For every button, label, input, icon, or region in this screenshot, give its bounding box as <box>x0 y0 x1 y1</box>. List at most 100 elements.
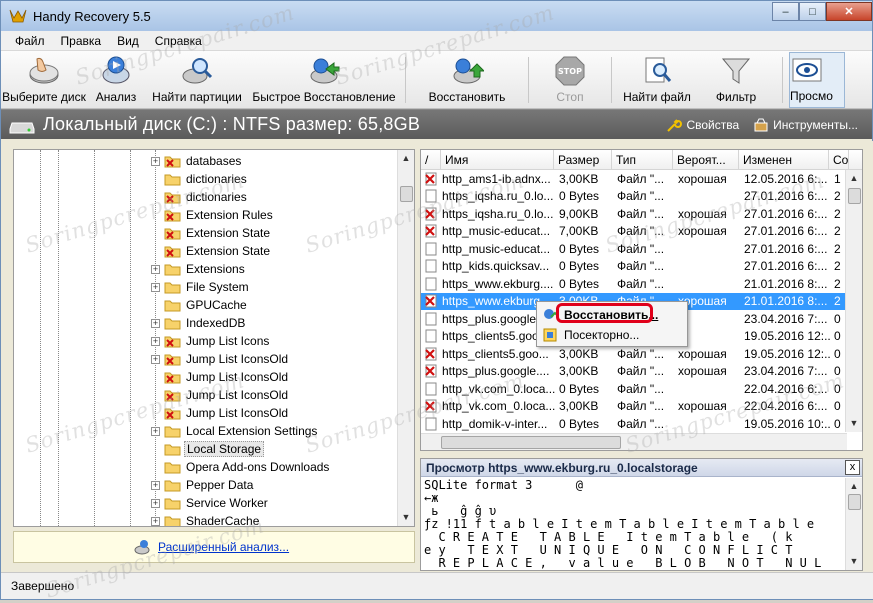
tree-item[interactable]: + Pepper Data <box>14 476 399 494</box>
file-row[interactable]: http_ams1-ib.adnx... 3,00KB Файл "... хорош… <box>421 170 862 188</box>
col-name[interactable]: Имя <box>441 150 554 169</box>
file-row[interactable]: https_plus.google.... 3,00KB Файл "... хоро… <box>421 363 862 381</box>
menu-file[interactable]: Файл <box>7 34 53 48</box>
expand-icon[interactable]: + <box>151 264 160 274</box>
select-disk-button[interactable]: Выберите диск <box>1 52 87 108</box>
tree-item[interactable]: Opera Add-ons Downloads <box>14 458 399 476</box>
file-row[interactable]: http_domik-v-inter... 0 Bytes Файл "... 19.… <box>421 415 862 433</box>
tree-item[interactable]: + ShaderCache <box>14 512 399 526</box>
file-row[interactable]: https_iqsha.ru_0.lo... 9,00KB Файл "... хор… <box>421 205 862 223</box>
scroll-thumb[interactable] <box>441 436 621 449</box>
tree-item[interactable]: dictionaries <box>14 188 399 206</box>
file-modified: 27.01.2016 6:... <box>744 189 828 204</box>
hard-disk-icon <box>9 122 35 133</box>
scroll-thumb[interactable] <box>848 188 861 204</box>
stop-button[interactable]: STOP Стоп <box>535 52 605 108</box>
file-row[interactable]: http_music-educat... 0 Bytes Файл "... 27.0… <box>421 240 862 258</box>
file-row[interactable]: http_music-educat... 7,00KB Файл "... хорош… <box>421 223 862 241</box>
file-row[interactable]: https_clients5.goo... 3,00KB Файл "... хоро… <box>421 345 862 363</box>
tree-item[interactable]: + Extensions <box>14 260 399 278</box>
file-row[interactable]: https_www.ekburg.... 0 Bytes Файл "... 21.0… <box>421 275 862 293</box>
scroll-up-icon[interactable]: ▲ <box>398 150 414 167</box>
scroll-thumb[interactable] <box>400 186 413 202</box>
tree-item[interactable]: + IndexedDB <box>14 314 399 332</box>
minimize-button[interactable]: – <box>772 2 799 21</box>
preview-close-button[interactable]: x <box>845 460 860 475</box>
tree-item[interactable]: Local Storage <box>14 440 399 458</box>
file-row[interactable]: http_vk.com_0.loca... 0 Bytes Файл "... 22.… <box>421 380 862 398</box>
file-row[interactable]: http_vk.com_0.loca... 3,00KB Файл "... хоро… <box>421 398 862 416</box>
tree-item[interactable]: Extension Rules <box>14 206 399 224</box>
expand-icon[interactable]: + <box>151 282 160 292</box>
tree-item[interactable]: Jump List IconsOld <box>14 386 399 404</box>
expand-icon[interactable]: + <box>151 156 160 166</box>
preview-vertical-scrollbar[interactable]: ▲ ▼ <box>845 478 862 570</box>
file-probability: хорошая <box>678 346 727 361</box>
find-file-button[interactable]: Найти файл <box>618 52 696 108</box>
col-probability[interactable]: Вероят... <box>673 150 739 169</box>
find-partitions-button[interactable]: Найти партиции <box>145 52 249 108</box>
close-button[interactable]: ✕ <box>826 2 872 21</box>
tree-item[interactable]: + Jump List Icons <box>14 332 399 350</box>
expand-icon[interactable]: + <box>151 318 160 328</box>
tree-item[interactable]: Extension State <box>14 242 399 260</box>
col-created[interactable]: Со <box>829 150 849 169</box>
col-type[interactable]: Тип <box>612 150 673 169</box>
list-vertical-scrollbar[interactable]: ▲ ▼ <box>845 170 862 432</box>
sector-icon <box>543 328 557 342</box>
tree-item[interactable]: + Local Extension Settings <box>14 422 399 440</box>
col-sort[interactable]: / <box>421 150 441 169</box>
deleted-folder-icon <box>164 192 181 203</box>
scroll-down-icon[interactable]: ▼ <box>846 553 862 570</box>
tree-item[interactable]: + Jump List IconsOld <box>14 350 399 368</box>
filter-button[interactable]: Фильтр <box>696 52 776 108</box>
advanced-analysis-link[interactable]: Расширенный анализ... <box>158 540 289 554</box>
preview-line: R E P L A C E , v a l u e B L O B N O T … <box>424 556 822 570</box>
preview-eye-icon <box>792 58 822 82</box>
col-size[interactable]: Размер <box>554 150 612 169</box>
tree-item[interactable]: GPUCache <box>14 296 399 314</box>
file-size: 3,00KB <box>559 171 599 186</box>
tree-item[interactable]: + databases <box>14 152 399 170</box>
tools-link[interactable]: Инструменты... <box>753 117 858 133</box>
analyze-button[interactable]: Анализ <box>87 52 145 108</box>
tree-item[interactable]: Jump List IconsOld <box>14 368 399 386</box>
col-modified[interactable]: Изменен <box>739 150 829 169</box>
recover-icon <box>453 58 484 84</box>
file-row[interactable]: https_iqsha.ru_0.lo... 0 Bytes Файл "... 27… <box>421 188 862 206</box>
tree-item[interactable]: Extension State <box>14 224 399 242</box>
tree-item[interactable]: + File System <box>14 278 399 296</box>
file-row[interactable]: http_kids.quicksav... 0 Bytes Файл "... 27.… <box>421 258 862 276</box>
scroll-down-icon[interactable]: ▼ <box>846 415 862 432</box>
expand-icon[interactable]: + <box>151 480 160 490</box>
file-size: 0 Bytes <box>559 381 600 396</box>
expand-icon[interactable]: + <box>151 426 160 436</box>
list-horizontal-scrollbar[interactable] <box>421 433 847 450</box>
tree-vertical-scrollbar[interactable]: ▲ ▼ <box>397 150 414 526</box>
maximize-button[interactable]: □ <box>799 2 826 21</box>
preview-toggle-button[interactable]: Просмо <box>789 52 845 108</box>
menu-edit[interactable]: Правка <box>53 34 110 48</box>
menu-view[interactable]: Вид <box>109 34 147 48</box>
context-menu-sector[interactable]: Посекторно... <box>540 325 684 345</box>
tree-item[interactable]: Jump List IconsOld <box>14 404 399 422</box>
quick-recovery-button[interactable]: Быстрое Восстановление <box>249 52 399 108</box>
deleted-folder-icon <box>164 246 181 257</box>
expand-icon[interactable]: + <box>151 498 160 508</box>
title-bar[interactable]: Handy Recovery 5.5 – □ ✕ <box>1 1 872 31</box>
expand-icon[interactable]: + <box>151 354 160 364</box>
scroll-up-icon[interactable]: ▲ <box>846 478 862 495</box>
menu-help[interactable]: Справка <box>147 34 210 48</box>
tree-item-label: Jump List IconsOld <box>186 388 289 402</box>
tree-item[interactable]: dictionaries <box>14 170 399 188</box>
expand-icon[interactable]: + <box>151 336 160 346</box>
tree-item-label: Extension State <box>186 244 271 258</box>
recover-button[interactable]: Восстановить <box>412 52 522 108</box>
expand-icon[interactable]: + <box>151 516 160 526</box>
tree-item[interactable]: + Service Worker <box>14 494 399 512</box>
file-modified: 22.04.2016 6:... <box>744 381 828 396</box>
scroll-down-icon[interactable]: ▼ <box>398 509 414 526</box>
properties-link[interactable]: Свойства <box>666 117 739 133</box>
scroll-up-icon[interactable]: ▲ <box>846 170 862 187</box>
scroll-thumb[interactable] <box>848 494 861 510</box>
